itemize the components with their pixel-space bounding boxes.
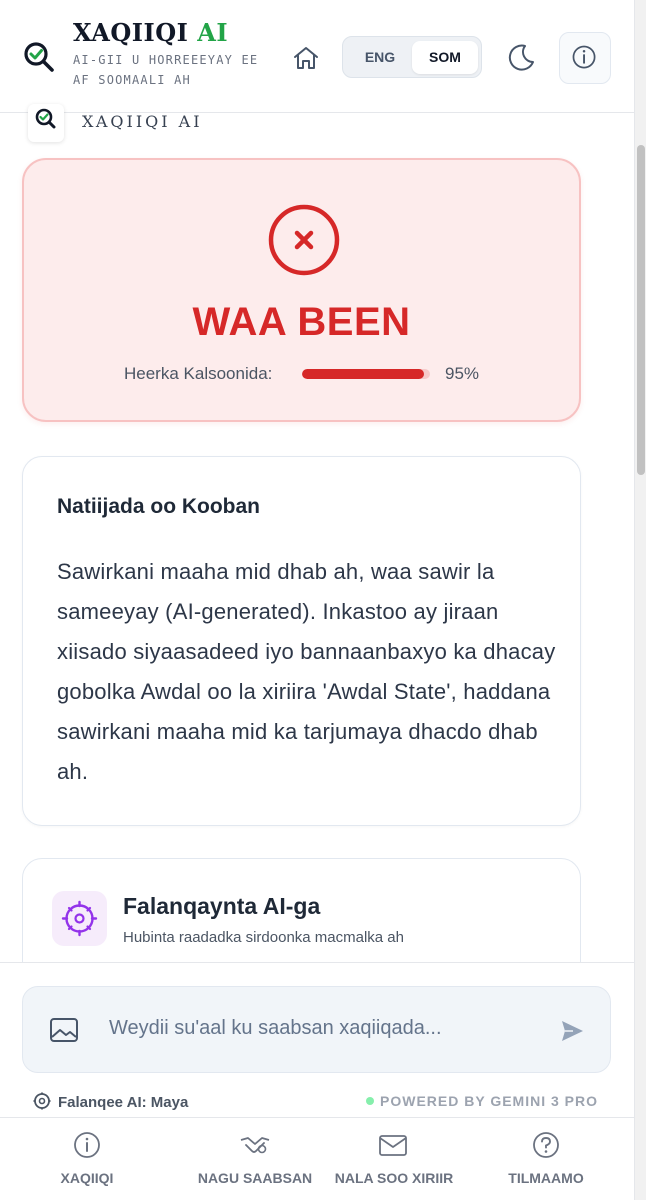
scrollbar-thumb[interactable] — [637, 145, 645, 475]
analysis-subtitle: Hubinta raadadka sirdoonka macmalka ah — [123, 929, 404, 946]
ai-chip-icon — [61, 900, 98, 937]
summary-title: Natiijada oo Kooban — [57, 495, 261, 518]
nav-label-tilmaamo: TILMAAMO — [508, 1170, 584, 1186]
summary-card: Natiijada oo Kooban Sawirkani maaha mid … — [22, 456, 581, 826]
app-title-accent: AI — [197, 18, 229, 47]
handshake-icon — [240, 1137, 270, 1154]
ai-status-text: Falanqee AI: Maya — [58, 1094, 189, 1111]
nav-item-nala-soo-xiriir[interactable]: NALA SOO XIRIIR — [330, 1118, 458, 1200]
app-title: XAQIIQI AI — [73, 18, 258, 47]
analysis-icon-box — [52, 891, 107, 946]
scrollbar[interactable] — [634, 0, 646, 1200]
moon-icon[interactable] — [505, 42, 537, 74]
mail-icon — [379, 1135, 407, 1156]
status-dot — [366, 1097, 374, 1105]
analysis-title: Falanqaynta AI-ga — [123, 893, 321, 919]
chat-placeholder[interactable]: Weydii su'aal ku saabsan xaqiiqada... — [109, 1017, 442, 1040]
x-circle-icon — [268, 204, 340, 276]
info-icon — [74, 1132, 100, 1158]
confidence-label: Heerka Kalsoonida: — [124, 364, 273, 383]
language-toggle: ENG SOM — [342, 36, 482, 78]
verdict-label: WAA BEEN — [192, 300, 411, 344]
language-som-button[interactable]: SOM — [412, 41, 478, 74]
confidence-value: 95% — [445, 364, 480, 383]
bottom-nav: XAQIIQI NAGU SAABSAN NALA SOO XIRIIR TIL… — [0, 1117, 634, 1200]
powered-by-text: POWERED BY GEMINI 3 PRO — [380, 1093, 598, 1109]
app-header: XAQIIQI AI AI-GII U HORREEEYAY EE AF SOO… — [0, 0, 634, 113]
info-icon — [572, 45, 596, 69]
app-subtitle-line2: AF SOOMAALI AH — [73, 73, 191, 87]
language-eng-button[interactable]: ENG — [349, 42, 411, 73]
nav-item-nagu-saabsan[interactable]: NAGU SAABSAN — [180, 1118, 330, 1200]
nav-label-nagu-saabsan: NAGU SAABSAN — [197, 1170, 313, 1186]
home-icon[interactable] — [290, 42, 322, 74]
confidence-bar — [302, 369, 430, 379]
app-title-main: XAQIIQI — [73, 18, 189, 47]
nav-label-xaqiiqi: XAQIIQI — [60, 1170, 114, 1186]
ai-status[interactable]: Falanqee AI: Maya — [32, 1091, 188, 1111]
summary-body: Sawirkani maaha mid dhab ah, waa sawir l… — [57, 559, 556, 784]
gear-icon — [33, 1092, 51, 1110]
mini-logo — [28, 104, 64, 142]
info-button[interactable] — [559, 32, 611, 84]
confidence-bar-fill — [302, 369, 424, 379]
search-check-icon[interactable] — [22, 40, 56, 74]
app-subtitle-line1: AI-GII U HORREEEYAY EE — [73, 53, 259, 67]
chat-input[interactable]: Weydii su'aal ku saabsan xaqiiqada... — [22, 986, 611, 1073]
nav-label-nala-soo-xiriir: NALA SOO XIRIIR — [334, 1170, 454, 1186]
search-check-icon — [35, 108, 56, 129]
help-icon — [533, 1132, 559, 1158]
image-upload-icon[interactable] — [49, 1017, 79, 1043]
brand[interactable]: XAQIIQI AI AI-GII U HORREEEYAY EE AF SOO… — [73, 18, 258, 90]
verdict-card: WAA BEEN Heerka Kalsoonida: 95% — [22, 158, 581, 422]
nav-item-tilmaamo[interactable]: TILMAAMO — [494, 1118, 598, 1200]
send-icon[interactable] — [559, 1018, 585, 1044]
mini-brand-text: XAQIIQI AI — [82, 112, 203, 131]
nav-item-xaqiiqi[interactable]: XAQIIQI — [37, 1118, 137, 1200]
chat-panel: Weydii su'aal ku saabsan xaqiiqada... Fa… — [0, 962, 634, 1117]
powered-by: POWERED BY GEMINI 3 PRO — [366, 1093, 598, 1109]
